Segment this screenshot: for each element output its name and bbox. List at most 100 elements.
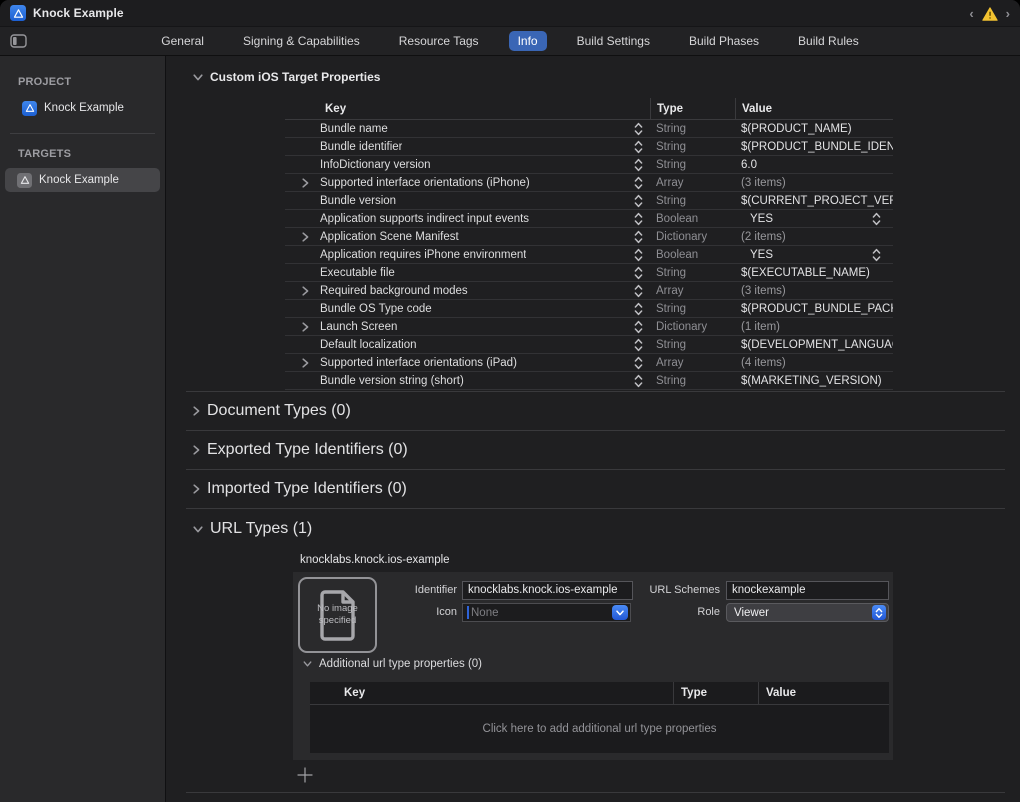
key-stepper-icon[interactable] [634,230,643,244]
section-imported-type-identifiers[interactable]: Imported Type Identifiers (0) [166,470,1020,508]
key-stepper-icon[interactable] [634,320,643,334]
key-stepper-icon[interactable] [634,122,643,136]
property-row[interactable]: Bundle OS Type code String $(PRODUCT_BUN… [285,300,893,318]
column-header-type: Type [650,98,735,119]
property-row[interactable]: Application Scene Manifest Dictionary (2… [285,228,893,246]
key-stepper-icon[interactable] [634,158,643,172]
key-stepper-icon[interactable] [634,248,643,262]
property-row[interactable]: Executable file String $(EXECUTABLE_NAME… [285,264,893,282]
chevron-down-icon[interactable] [193,526,203,533]
additional-properties-table: Key Type Value Click here to add additio… [310,682,889,753]
property-value-cell[interactable]: $(CURRENT_PROJECT_VERSION) [735,192,893,209]
properties-table: Key Type Value Bundle name String $(PROD… [285,98,893,390]
chevron-down-icon[interactable] [303,661,312,667]
disclosure-chevron-icon[interactable] [302,178,312,188]
property-value-cell[interactable]: YES [735,210,893,227]
key-stepper-icon[interactable] [634,338,643,352]
property-value-cell[interactable]: (3 items) [735,174,893,191]
property-row[interactable]: Launch Screen Dictionary (1 item) [285,318,893,336]
property-row[interactable]: Application requires iPhone environment … [285,246,893,264]
disclosure-chevron-icon[interactable] [302,232,312,242]
key-stepper-icon[interactable] [634,212,643,226]
property-row[interactable]: Bundle name String $(PRODUCT_NAME) [285,120,893,138]
additional-url-properties-header[interactable]: Additional url type properties (0) [303,658,482,670]
identifier-field[interactable]: knocklabs.knock.ios-example [462,581,633,600]
key-stepper-icon[interactable] [634,140,643,154]
property-row[interactable]: Supported interface orientations (iPad) … [285,354,893,372]
xcode-window: Knock Example ‹ › General Signing & Capab… [0,0,1020,802]
property-row[interactable]: Supported interface orientations (iPhone… [285,174,893,192]
chevron-right-icon[interactable] [193,484,200,494]
property-value-cell[interactable]: YES [735,246,893,263]
add-additional-properties-row[interactable]: Click here to add additional url type pr… [310,705,889,753]
properties-table-body: Bundle name String $(PRODUCT_NAME) Bundl… [285,120,893,390]
tab-resource-tags[interactable]: Resource Tags [390,31,488,51]
role-label: Role [633,603,720,622]
property-key-cell: Required background modes [285,282,650,299]
property-key: InfoDictionary version [320,159,431,171]
property-value-cell[interactable]: (1 item) [735,318,893,335]
property-key: Bundle name [320,123,388,135]
key-stepper-icon[interactable] [634,194,643,208]
back-chevron-icon[interactable]: ‹ [967,5,975,22]
forward-chevron-icon[interactable]: › [1004,5,1012,22]
section-title: Imported Type Identifiers (0) [207,480,407,498]
combobox-dropdown-button[interactable] [612,605,628,620]
chevron-right-icon[interactable] [193,406,200,416]
section-document-types[interactable]: Document Types (0) [166,392,1020,430]
property-value-cell[interactable]: (3 items) [735,282,893,299]
property-row[interactable]: Bundle identifier String $(PRODUCT_BUNDL… [285,138,893,156]
property-row[interactable]: Bundle version string (short) String $(M… [285,372,893,390]
value-stepper-icon[interactable] [872,248,881,262]
property-row[interactable]: Bundle version String $(CURRENT_PROJECT_… [285,192,893,210]
property-value-cell[interactable]: $(PRODUCT_BUNDLE_IDENTIFIER) [735,138,893,155]
key-stepper-icon[interactable] [634,302,643,316]
key-stepper-icon[interactable] [634,284,643,298]
property-value-cell[interactable]: 6.0 [735,156,893,173]
key-stepper-icon[interactable] [634,374,643,388]
property-row[interactable]: Application supports indirect input even… [285,210,893,228]
key-stepper-icon[interactable] [634,356,643,370]
tab-general[interactable]: General [152,31,213,51]
tab-build-rules[interactable]: Build Rules [789,31,868,51]
sidebar-item-project[interactable]: Knock Example [5,96,160,120]
section-divider [186,792,1005,793]
section-exported-type-identifiers[interactable]: Exported Type Identifiers (0) [166,431,1020,469]
property-row[interactable]: Required background modes Array (3 items… [285,282,893,300]
property-value-cell[interactable]: $(MARKETING_VERSION) [735,372,893,389]
sidebar-toggle-icon[interactable] [10,33,28,48]
tab-info[interactable]: Info [509,31,547,51]
key-stepper-icon[interactable] [634,266,643,280]
property-value-cell[interactable]: $(PRODUCT_BUNDLE_PACKAGE_TYPE) [735,300,893,317]
section-custom-ios-target-properties[interactable]: Custom iOS Target Properties [166,56,1020,98]
role-popup-button[interactable]: Viewer [726,603,889,622]
disclosure-chevron-icon[interactable] [302,286,312,296]
property-key-cell: Application supports indirect input even… [285,210,650,227]
tab-build-settings[interactable]: Build Settings [568,31,659,51]
tab-build-phases[interactable]: Build Phases [680,31,768,51]
add-url-type-button[interactable] [296,766,314,784]
disclosure-chevron-icon[interactable] [302,322,312,332]
property-type: Boolean [650,213,735,225]
url-schemes-field[interactable]: knockexample [726,581,889,600]
tab-signing-capabilities[interactable]: Signing & Capabilities [234,31,369,51]
key-stepper-icon[interactable] [634,176,643,190]
property-value-cell[interactable]: (4 items) [735,354,893,371]
disclosure-chevron-icon[interactable] [302,358,312,368]
property-key: Supported interface orientations (iPhone… [320,177,530,189]
chevron-right-icon[interactable] [193,445,200,455]
property-key: Required background modes [320,285,468,297]
property-row[interactable]: InfoDictionary version String 6.0 [285,156,893,174]
warning-icon[interactable] [982,7,998,21]
property-value-cell[interactable]: (2 items) [735,228,893,245]
property-row[interactable]: Default localization String $(DEVELOPMEN… [285,336,893,354]
value-stepper-icon[interactable] [872,212,881,226]
icon-combobox[interactable]: None [462,603,631,622]
property-value-cell[interactable]: $(EXECUTABLE_NAME) [735,264,893,281]
tab-label: Info [518,34,538,48]
chevron-down-icon[interactable] [193,74,203,81]
sidebar-item-target[interactable]: Knock Example [5,168,160,192]
section-url-types[interactable]: URL Types (1) [166,509,1020,549]
property-value-cell[interactable]: $(DEVELOPMENT_LANGUAGE) [735,336,893,353]
property-value-cell[interactable]: $(PRODUCT_NAME) [735,120,893,137]
